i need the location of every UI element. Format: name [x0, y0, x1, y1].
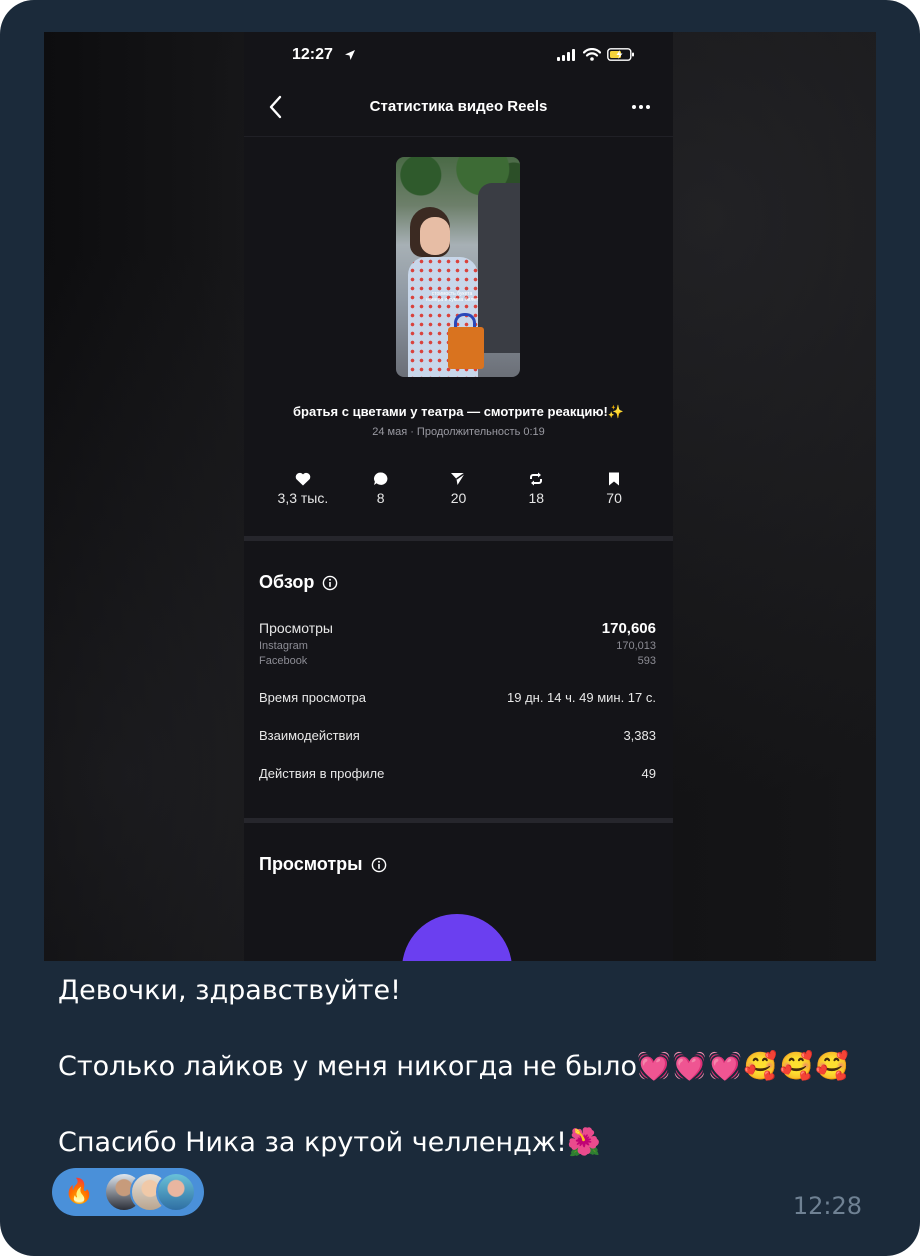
info-icon[interactable]: [322, 575, 338, 591]
wifi-icon: [583, 48, 601, 61]
views-total: 170,606: [601, 620, 656, 637]
thumb-gift-bag: [448, 327, 484, 369]
message-thanks-text: Спасибо Ника за крутой челлендж!: [58, 1127, 567, 1158]
views-row: Просмотры 170,606: [259, 620, 656, 637]
profile-actions-row: Действия в профиле 49: [259, 766, 656, 781]
stat-saves: 70: [575, 472, 653, 506]
reel-meta: 24 мая · Продолжительность 0:19: [372, 426, 545, 438]
comment-icon: [373, 472, 388, 485]
cellular-signal-icon: [557, 48, 575, 61]
message-line-likes: Столько лайков у меня никогда не было💓💓💓…: [58, 1048, 878, 1086]
reaction-pill[interactable]: 🔥: [52, 1168, 204, 1216]
profile-actions-value: 49: [641, 766, 656, 781]
heart-icon: [295, 472, 311, 486]
stat-likes-value: 3,3 тыс.: [277, 490, 329, 506]
stat-reposts-value: 18: [528, 490, 545, 506]
status-bar: 12:27: [244, 32, 673, 80]
stat-comments-value: 8: [376, 490, 385, 506]
views-label: Просмотры: [259, 620, 333, 636]
profile-actions-label: Действия в профиле: [259, 766, 385, 781]
status-icons: [557, 48, 635, 61]
watch-time-label: Время просмотра: [259, 690, 367, 705]
message-line-greeting: Девочки, здравствуйте!: [58, 975, 401, 1006]
views-donut-chart-top: [402, 914, 512, 961]
message-line-thanks: Спасибо Ника за крутой челлендж!🌺: [58, 1124, 878, 1162]
engagement-stats: 3,3 тыс. 8 20 18 70: [264, 472, 653, 506]
page-title: Статистика видео Reels: [369, 98, 548, 115]
interactions-value: 3,383: [623, 728, 656, 743]
fire-reaction-icon: 🔥: [64, 1177, 94, 1205]
heart-and-smile-emoji: 💓💓💓🥰🥰🥰: [636, 1051, 851, 1082]
repost-icon: [530, 472, 543, 486]
status-time: 12:27: [292, 46, 333, 63]
stat-shares-value: 20: [450, 490, 467, 506]
attached-screenshot[interactable]: 12:27 Статистика видео Reels стоимость б…: [44, 32, 876, 961]
battery-charging-icon: [607, 48, 634, 61]
message-likes-text: Столько лайков у меня никогда не было: [58, 1051, 637, 1082]
interactions-row: Взаимодействия 3,383: [259, 728, 656, 743]
stat-reposts: 18: [497, 472, 575, 506]
stat-saves-value: 70: [606, 490, 622, 506]
thumb-caption-overlay: стоимость букета номера и сумма билет: [425, 291, 479, 303]
navigation-bar: Статистика видео Reels: [244, 90, 673, 130]
message-timestamp: 12:28: [792, 1192, 862, 1220]
overview-title: Обзор: [259, 572, 315, 592]
stat-likes: 3,3 тыс.: [264, 472, 342, 506]
overview-heading: Обзор: [259, 572, 338, 593]
interactions-label: Взаимодействия: [259, 728, 360, 743]
phone-screenshot: 12:27 Статистика видео Reels стоимость б…: [244, 32, 673, 961]
thumb-girl-face: [420, 217, 450, 255]
facebook-row: Facebook 593: [259, 655, 656, 667]
bookmark-icon: [609, 472, 620, 486]
message-bubble: 12:27 Статистика видео Reels стоимость б…: [0, 0, 920, 1256]
facebook-label: Facebook: [259, 655, 308, 667]
section-divider: [244, 536, 673, 541]
reel-title: братья с цветами у театра — смотрите реа…: [292, 404, 625, 419]
views-heading: Просмотры: [259, 854, 387, 875]
reactor-avatar: [156, 1172, 196, 1212]
message-text: Девочки, здравствуйте! Столько лайков у …: [58, 972, 878, 1162]
stat-shares: 20: [420, 472, 498, 506]
facebook-value: 593: [637, 655, 656, 667]
more-options-icon[interactable]: [631, 104, 651, 110]
views-section-title: Просмотры: [259, 854, 363, 874]
watch-time-value: 19 дн. 14 ч. 49 мин. 17 с.: [507, 690, 656, 705]
instagram-value: 170,013: [616, 640, 656, 652]
section-divider: [244, 818, 673, 823]
instagram-label: Instagram: [259, 640, 308, 652]
instagram-row: Instagram 170,013: [259, 640, 656, 652]
stat-comments: 8: [342, 472, 420, 506]
share-icon: [451, 472, 466, 485]
thumb-adult-figure: [478, 183, 520, 353]
reel-thumbnail[interactable]: стоимость букета номера и сумма билет: [396, 157, 520, 377]
hibiscus-emoji: 🌺: [566, 1127, 601, 1158]
location-arrow-icon: [345, 50, 355, 60]
info-icon[interactable]: [371, 857, 387, 873]
watch-time-row: Время просмотра 19 дн. 14 ч. 49 мин. 17 …: [259, 690, 656, 705]
nav-divider: [244, 136, 673, 137]
